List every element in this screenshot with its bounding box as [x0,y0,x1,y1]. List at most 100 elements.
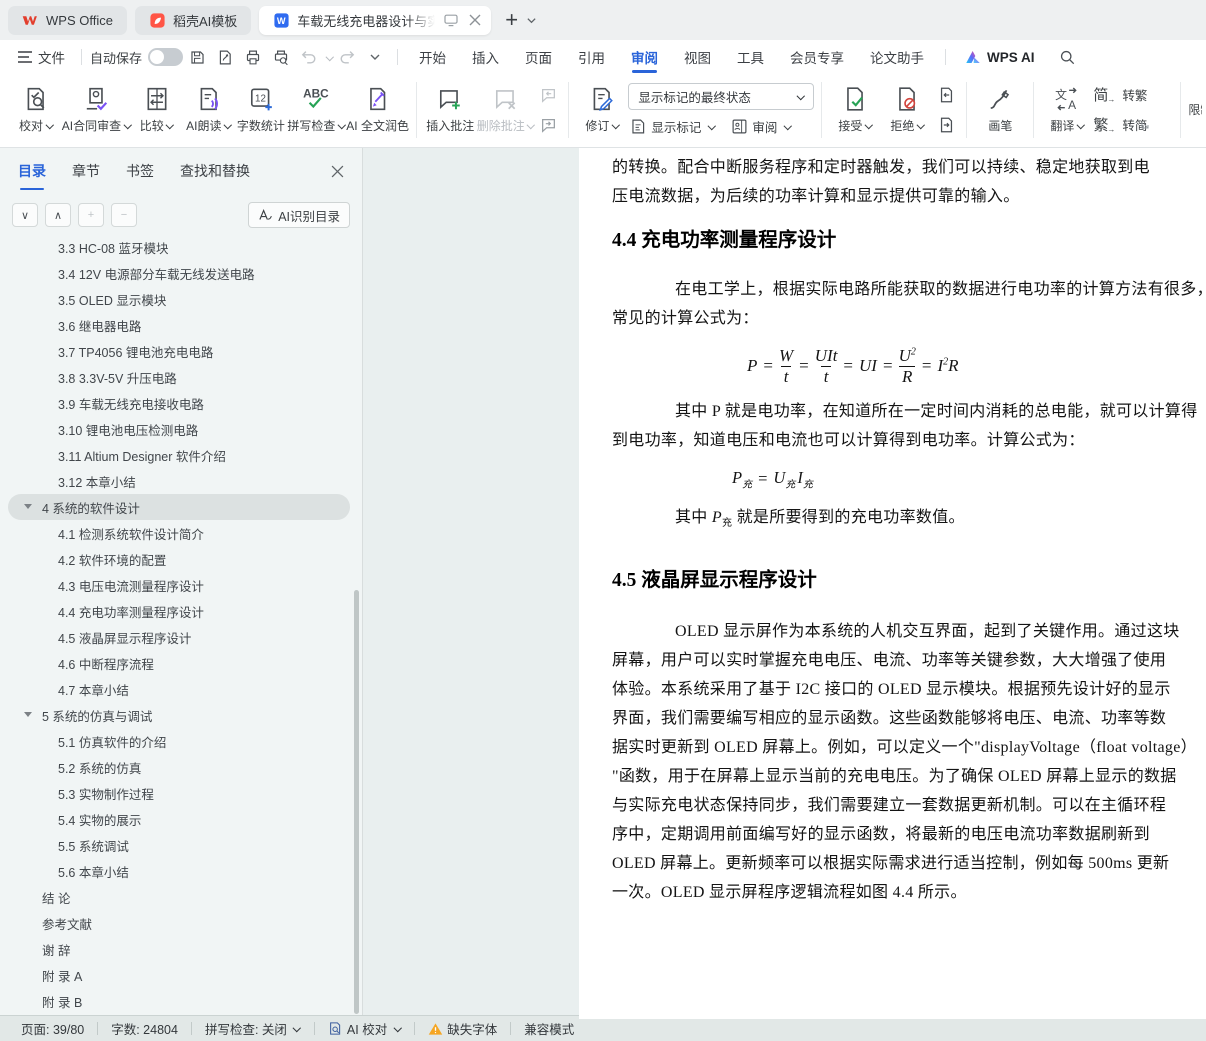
ai-polish-button[interactable]: AI 全文润色 [346,79,409,141]
traditional-to-simplified-button[interactable]: 繁→ 转简 [1093,114,1147,135]
previous-revision-button[interactable] [933,82,959,107]
toc-item[interactable]: 5 系统的仿真与调试 [8,702,350,728]
previous-comment-button[interactable] [535,82,561,107]
markup-state-select[interactable]: 显示标记的最终状态 [628,83,814,110]
toc-next-button[interactable]: ∨ [12,203,38,227]
menu-item-review[interactable]: 审阅 [618,40,671,74]
collapse-triangle-icon[interactable] [24,712,32,717]
export-button[interactable] [212,45,238,69]
toc-item[interactable]: 5.6 本章小结 [8,858,350,884]
tab-list-chevron-icon[interactable] [526,15,537,26]
menu-item-insert[interactable]: 插入 [459,40,512,74]
next-revision-button[interactable] [933,112,959,137]
spell-check-status[interactable]: 拼写检查: 关闭 [199,1019,307,1038]
sidebar-tab-chapters[interactable]: 章节 [72,161,100,181]
toc-item[interactable]: 5.2 系统的仿真 [8,754,350,780]
toc-item[interactable]: 3.11 Altium Designer 软件介绍 [8,442,350,468]
quick-toolbar-chevron-icon[interactable] [362,45,388,69]
close-tab-icon[interactable] [466,11,483,29]
toc-item[interactable]: 4.1 检测系统软件设计简介 [8,520,350,546]
missing-font-warning[interactable]: 缺失字体 [422,1019,503,1038]
toc-item[interactable]: 4.7 本章小结 [8,676,350,702]
tab-document[interactable]: W 车载无线充电器设计与实现 与 [259,6,491,35]
insert-comment-button[interactable]: 插入批注 [424,79,476,141]
page-indicator[interactable]: 页面: 39/80 [15,1019,90,1038]
sidebar-tab-find-replace[interactable]: 查找和替换 [180,161,250,181]
print-button[interactable] [240,45,266,69]
toc-item[interactable]: 4.6 中断程序流程 [8,650,350,676]
menu-item-reference[interactable]: 引用 [565,40,618,74]
toc-item[interactable]: 3.4 12V 电源部分车载无线发送电路 [8,260,350,286]
group-launcher-icon[interactable] [1141,121,1149,129]
toc-collapse-button[interactable]: − [111,203,137,227]
next-comment-button[interactable] [535,112,561,137]
save-button[interactable] [184,45,210,69]
review-pane-button[interactable]: 审阅 [731,117,791,136]
delete-comment-button[interactable]: 删除批注 [476,79,535,141]
menu-item-view[interactable]: 视图 [671,40,724,74]
toc-item[interactable]: 3.9 车载无线充电接收电路 [8,390,350,416]
toc-item[interactable]: 3.5 OLED 显示模块 [8,286,350,312]
spell-check-button[interactable]: ABC 拼写检查 [287,79,346,141]
toc-item[interactable]: 3.12 本章小结 [8,468,350,494]
menu-item-page[interactable]: 页面 [512,40,565,74]
menu-item-membership[interactable]: 会员专享 [777,40,857,74]
undo-options-chevron-icon[interactable] [325,53,333,61]
toc-previous-button[interactable]: ∧ [45,203,71,227]
toc-item[interactable]: 4.5 液晶屏显示程序设计 [8,624,350,650]
toc-item[interactable]: 3.6 继电器电路 [8,312,350,338]
toc-item[interactable]: 5.4 实物的展示 [8,806,350,832]
menu-item-tools[interactable]: 工具 [724,40,777,74]
ink-pen-button[interactable]: 画笔 [974,79,1026,141]
menu-item-home[interactable]: 开始 [406,40,459,74]
redo-button[interactable] [334,45,360,69]
compare-button[interactable]: 比较 [131,79,183,141]
print-preview-button[interactable] [268,45,294,69]
toc-item[interactable]: 5.3 实物制作过程 [8,780,350,806]
toc-item[interactable]: 4.3 电压电流测量程序设计 [8,572,350,598]
toc-item[interactable]: 4.4 充电功率测量程序设计 [8,598,350,624]
toc-item[interactable]: 3.3 HC-08 蓝牙模块 [8,240,350,260]
word-count-button[interactable]: 12 字数统计 [235,79,287,141]
ai-read-aloud-button[interactable]: AI朗读 [183,79,235,141]
toc-item[interactable]: 结 论 [8,884,350,910]
proofread-button[interactable]: 校对 [10,79,62,141]
toc-item[interactable]: 5.5 系统调试 [8,832,350,858]
tab-docer-templates[interactable]: 稻壳AI模板 [135,6,251,35]
undo-button[interactable] [296,45,322,69]
sidebar-tab-bookmarks[interactable]: 书签 [126,161,154,181]
restrict-editing-button[interactable]: 限制编辑 [1188,101,1202,118]
toc-item[interactable]: 谢 辞 [8,936,350,962]
toc-item[interactable]: 3.8 3.3V-5V 升压电路 [8,364,350,390]
toc-item[interactable]: 3.7 TP4056 锂电池充电电路 [8,338,350,364]
accept-revision-button[interactable]: 接受 [829,79,881,141]
toc-item[interactable]: 4 系统的软件设计 [8,494,350,520]
track-changes-button[interactable]: 修订 [576,79,628,141]
toc-item[interactable]: 附 录 B [8,988,350,1014]
toc-item[interactable]: 3.10 锂电池电压检测电路 [8,416,350,442]
sidebar-tab-toc[interactable]: 目录 [18,161,46,181]
word-count-indicator[interactable]: 字数: 24804 [105,1019,184,1038]
sidebar-scrollbar-thumb[interactable] [354,590,359,1014]
autosave-toggle[interactable] [148,48,183,66]
ai-recognize-toc-button[interactable]: AI识别目录 [248,202,350,228]
simplified-to-traditional-button[interactable]: 简→ 转繁 [1093,84,1147,105]
wps-ai-button[interactable]: WPS AI [954,48,1045,66]
toc-expand-button[interactable]: + [78,203,104,227]
ai-contract-review-button[interactable]: AI合同审查 [62,79,131,141]
file-menu-button[interactable]: 文件 [10,47,73,67]
toc-item[interactable]: 4.2 软件环境的配置 [8,546,350,572]
translate-button[interactable]: 文A 翻译 [1041,79,1093,141]
show-markup-button[interactable]: 显示标记 [630,117,715,136]
toc-item[interactable]: 参考文献 [8,910,350,936]
document-page[interactable]: 的转换。配合中断服务程序和定时器触发，我们可以持续、稳定地获取到电压电流数据，为… [579,148,1206,1019]
screen-device-icon[interactable] [442,11,459,29]
collapse-triangle-icon[interactable] [24,504,32,509]
toc-item[interactable]: 附 录 A [8,962,350,988]
toc-item[interactable]: 5.1 仿真软件的介绍 [8,728,350,754]
menu-item-paper-assistant[interactable]: 论文助手 [857,40,937,74]
reject-revision-button[interactable]: 拒绝 [881,79,933,141]
search-button[interactable] [1059,49,1076,66]
close-sidebar-icon[interactable] [331,165,344,178]
ai-proofread-status[interactable]: AI 校对 [322,1019,407,1038]
